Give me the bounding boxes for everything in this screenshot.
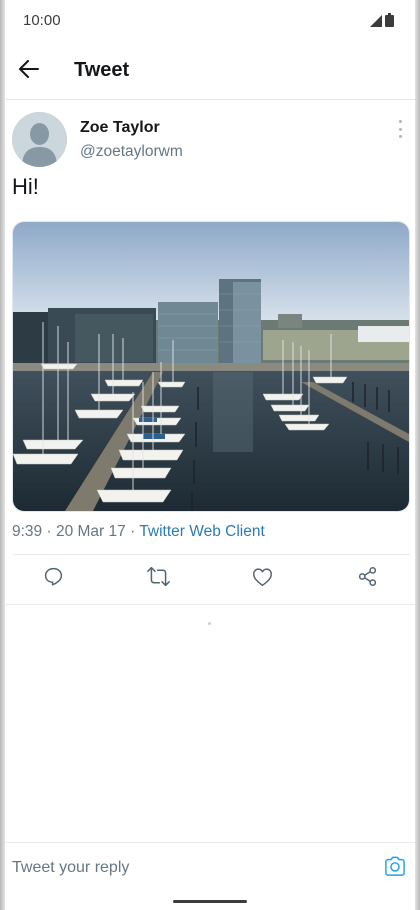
more-dot-icon (398, 120, 402, 123)
reply-bar (0, 842, 420, 895)
author-name[interactable]: Zoe Taylor (80, 119, 160, 137)
app-bar: Tweet (0, 42, 420, 100)
avatar[interactable] (12, 112, 67, 167)
client-link[interactable]: Twitter Web Client (139, 523, 264, 540)
loading-indicator (208, 622, 211, 625)
battery-icon (385, 13, 394, 32)
divider (0, 604, 420, 605)
signal-icon (370, 14, 382, 32)
device-bezel-left (0, 0, 5, 910)
status-time: 10:00 (23, 12, 61, 29)
more-options-button[interactable] (396, 120, 404, 138)
heart-icon (252, 567, 273, 592)
tweet-text: Hi! (12, 174, 39, 199)
more-dot-icon (398, 127, 402, 131)
tweet-time: 9:39 (12, 523, 43, 540)
harbor-photo-icon (13, 222, 409, 511)
comment-icon (43, 566, 64, 592)
status-bar: 10:00 (0, 0, 420, 42)
back-button[interactable] (16, 58, 42, 84)
reply-input[interactable] (12, 859, 342, 877)
author-handle[interactable]: @zoetaylorwm (80, 143, 183, 161)
default-avatar-icon (12, 112, 67, 167)
retweet-button[interactable] (146, 566, 170, 592)
share-button[interactable] (355, 567, 379, 591)
home-indicator[interactable] (173, 900, 247, 903)
status-icons (370, 13, 394, 32)
camera-button[interactable] (382, 855, 408, 881)
arrow-left-icon (19, 59, 39, 83)
retweet-icon (146, 566, 170, 592)
meta-separator: · (130, 523, 136, 540)
meta-separator: · (46, 523, 52, 540)
share-icon (357, 566, 378, 592)
phone-screen: 10:00 Tweet Zoe Taylor @zoetaylorwm Hi! … (0, 0, 420, 910)
tweet-actions (0, 555, 420, 604)
camera-icon (384, 856, 406, 881)
reply-button[interactable] (41, 567, 65, 591)
tweet-meta: 9:39 · 20 Mar 17 · Twitter Web Client (12, 523, 265, 541)
tweet-date: 20 Mar 17 (55, 523, 126, 540)
page-title: Tweet (74, 59, 130, 81)
tweet-media-image[interactable] (12, 221, 410, 512)
device-bezel-right (415, 0, 420, 910)
like-button[interactable] (250, 567, 274, 591)
more-dot-icon (398, 135, 402, 138)
